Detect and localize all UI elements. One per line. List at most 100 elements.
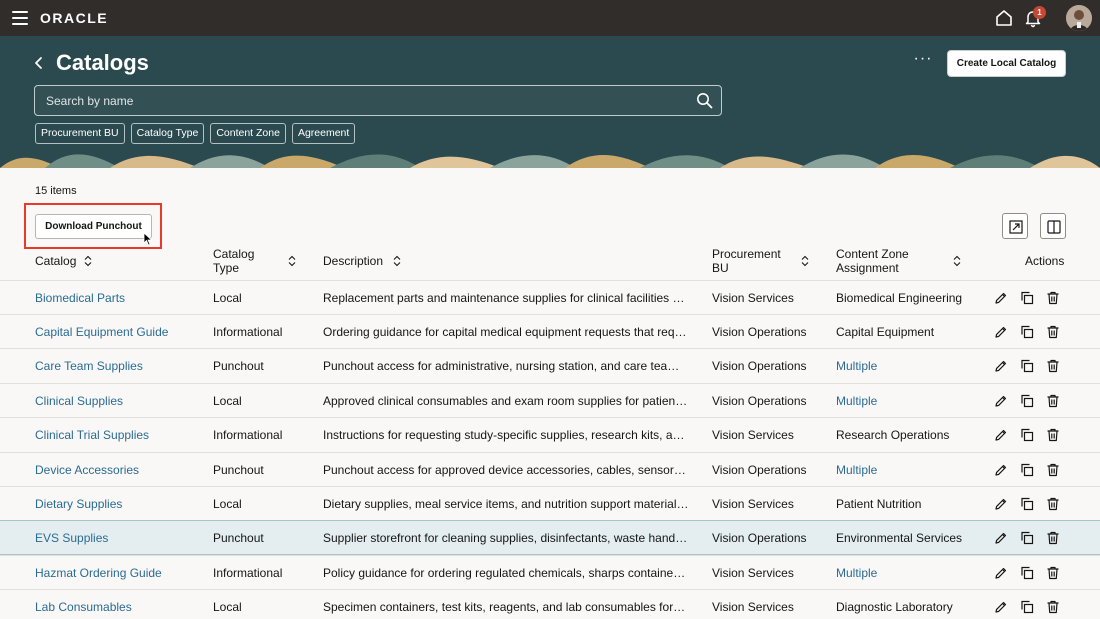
catalog-description: Approved clinical consumables and exam r… bbox=[323, 393, 689, 408]
table-row[interactable]: Clinical Trial Supplies Informational Inst… bbox=[0, 417, 1100, 451]
table-row[interactable]: Device Accessories Punchout Punchout acces… bbox=[0, 451, 1100, 486]
home-icon[interactable] bbox=[994, 8, 1014, 28]
catalog-type: Local bbox=[213, 496, 242, 511]
delete-icon[interactable] bbox=[1046, 463, 1060, 477]
edit-icon[interactable] bbox=[994, 531, 1008, 545]
hamburger-icon[interactable] bbox=[12, 11, 28, 25]
column-header-description[interactable]: Description bbox=[323, 254, 383, 268]
delete-icon[interactable] bbox=[1046, 600, 1060, 614]
sort-icon[interactable] bbox=[393, 255, 401, 267]
sort-icon[interactable] bbox=[801, 255, 809, 267]
catalog-name-link[interactable]: Device Accessories bbox=[35, 463, 200, 477]
column-header-content-zone[interactable]: Content Zone Assignment bbox=[836, 247, 909, 275]
edit-icon[interactable] bbox=[994, 463, 1008, 477]
delete-icon[interactable] bbox=[1046, 566, 1060, 580]
content-zone-assignment[interactable]: Multiple bbox=[836, 463, 986, 477]
procurement-bu: Vision Operations bbox=[712, 462, 807, 477]
edit-icon[interactable] bbox=[994, 497, 1008, 511]
catalog-name-link[interactable]: Hazmat Ordering Guide bbox=[35, 566, 200, 580]
back-icon[interactable] bbox=[30, 54, 48, 72]
catalog-description: Ordering guidance for capital medical eq… bbox=[323, 324, 689, 339]
table-row[interactable]: Care Team Supplies Punchout Punchout acces… bbox=[0, 348, 1100, 382]
delete-icon[interactable] bbox=[1046, 497, 1060, 511]
filter-content-zone[interactable]: Content Zone bbox=[210, 123, 286, 144]
content-zone-assignment[interactable]: Multiple bbox=[836, 394, 986, 408]
edit-icon[interactable] bbox=[994, 291, 1008, 305]
procurement-bu: Vision Operations bbox=[712, 324, 807, 339]
duplicate-icon[interactable] bbox=[1020, 291, 1034, 305]
column-header-catalog-type[interactable]: Catalog Type bbox=[213, 247, 254, 275]
catalog-description: Supplier storefront for cleaning supplie… bbox=[323, 531, 689, 546]
edit-icon[interactable] bbox=[994, 325, 1008, 339]
duplicate-icon[interactable] bbox=[1020, 394, 1034, 408]
catalog-name-link[interactable]: Biomedical Parts bbox=[35, 291, 200, 305]
catalog-type: Local bbox=[213, 290, 242, 305]
avatar[interactable] bbox=[1066, 5, 1092, 31]
table-row[interactable]: EVS Supplies Punchout Supplier storefront … bbox=[0, 520, 1100, 555]
page-title: Catalogs bbox=[56, 50, 149, 75]
table-row[interactable]: Hazmat Ordering Guide Informational Policy… bbox=[0, 554, 1100, 589]
catalog-description: Specimen containers, test kits, reagents… bbox=[323, 600, 686, 615]
table-row[interactable]: Capital Equipment Guide Informational Orde… bbox=[0, 313, 1100, 348]
catalog-description: Dietary supplies, meal service items, an… bbox=[323, 496, 689, 511]
catalog-type: Punchout bbox=[213, 531, 264, 546]
filter-agreement[interactable]: Agreement bbox=[291, 123, 356, 144]
delete-icon[interactable] bbox=[1046, 428, 1060, 442]
content-zone-assignment[interactable]: Multiple bbox=[836, 566, 986, 580]
columns-button[interactable] bbox=[1040, 213, 1066, 239]
procurement-bu: Vision Services bbox=[712, 600, 794, 615]
duplicate-icon[interactable] bbox=[1020, 428, 1034, 442]
duplicate-icon[interactable] bbox=[1020, 600, 1034, 614]
edit-icon[interactable] bbox=[994, 566, 1008, 580]
catalog-name-link[interactable]: Clinical Trial Supplies bbox=[35, 428, 200, 442]
catalog-name-link[interactable]: Clinical Supplies bbox=[35, 394, 200, 408]
duplicate-icon[interactable] bbox=[1020, 531, 1034, 545]
delete-icon[interactable] bbox=[1046, 394, 1060, 408]
procurement-bu: Vision Operations bbox=[712, 531, 807, 546]
duplicate-icon[interactable] bbox=[1020, 325, 1034, 339]
search-input[interactable] bbox=[46, 86, 686, 115]
content-zone-assignment[interactable]: Multiple bbox=[836, 359, 986, 373]
filter-procurement-bu[interactable]: Procurement BU bbox=[35, 123, 125, 144]
header-decoration bbox=[0, 146, 1100, 168]
table-row[interactable]: Clinical Supplies Local Approved clinical … bbox=[0, 382, 1100, 417]
sort-icon[interactable] bbox=[953, 255, 961, 267]
delete-icon[interactable] bbox=[1046, 359, 1060, 373]
filter-catalog-type[interactable]: Catalog Type bbox=[130, 123, 205, 144]
more-actions-button[interactable]: ··· bbox=[912, 51, 934, 72]
catalog-name-link[interactable]: Lab Consumables bbox=[35, 600, 200, 614]
catalog-type: Informational bbox=[213, 324, 283, 339]
edit-icon[interactable] bbox=[994, 359, 1008, 373]
column-header-procurement-bu[interactable]: Procurement BU bbox=[712, 247, 781, 275]
duplicate-icon[interactable] bbox=[1020, 359, 1034, 373]
edit-icon[interactable] bbox=[994, 394, 1008, 408]
duplicate-icon[interactable] bbox=[1020, 463, 1034, 477]
edit-icon[interactable] bbox=[994, 600, 1008, 614]
edit-icon[interactable] bbox=[994, 428, 1008, 442]
table-row[interactable]: Biomedical Parts Local Replacement parts a… bbox=[0, 279, 1100, 314]
column-header-catalog[interactable]: Catalog bbox=[35, 254, 76, 268]
catalog-name-link[interactable]: EVS Supplies bbox=[35, 531, 200, 545]
table-row[interactable]: Dietary Supplies Local Dietary supplies, m… bbox=[0, 485, 1100, 520]
sort-icon[interactable] bbox=[84, 255, 92, 267]
delete-icon[interactable] bbox=[1046, 291, 1060, 305]
catalog-name-link[interactable]: Care Team Supplies bbox=[35, 359, 200, 373]
export-button[interactable] bbox=[1002, 213, 1028, 239]
page-header: Catalogs ··· Create Local Catalog Procur… bbox=[0, 36, 1100, 168]
download-punchout-button[interactable]: Download Punchout bbox=[35, 214, 152, 239]
catalog-name-link[interactable]: Dietary Supplies bbox=[35, 497, 200, 511]
table-row[interactable]: Lab Consumables Local Specimen containers,… bbox=[0, 589, 1100, 619]
duplicate-icon[interactable] bbox=[1020, 566, 1034, 580]
content-zone-assignment: Research Operations bbox=[836, 428, 950, 443]
search-icon[interactable] bbox=[696, 92, 713, 109]
sort-icon[interactable] bbox=[288, 255, 296, 267]
catalog-description: Instructions for requesting study-specif… bbox=[323, 428, 689, 443]
create-local-catalog-button[interactable]: Create Local Catalog bbox=[947, 50, 1066, 77]
delete-icon[interactable] bbox=[1046, 531, 1060, 545]
oracle-logo[interactable]: ORACLE bbox=[40, 10, 108, 26]
export-icon bbox=[1009, 220, 1023, 234]
delete-icon[interactable] bbox=[1046, 325, 1060, 339]
procurement-bu: Vision Operations bbox=[712, 359, 807, 374]
duplicate-icon[interactable] bbox=[1020, 497, 1034, 511]
catalog-name-link[interactable]: Capital Equipment Guide bbox=[35, 325, 200, 339]
